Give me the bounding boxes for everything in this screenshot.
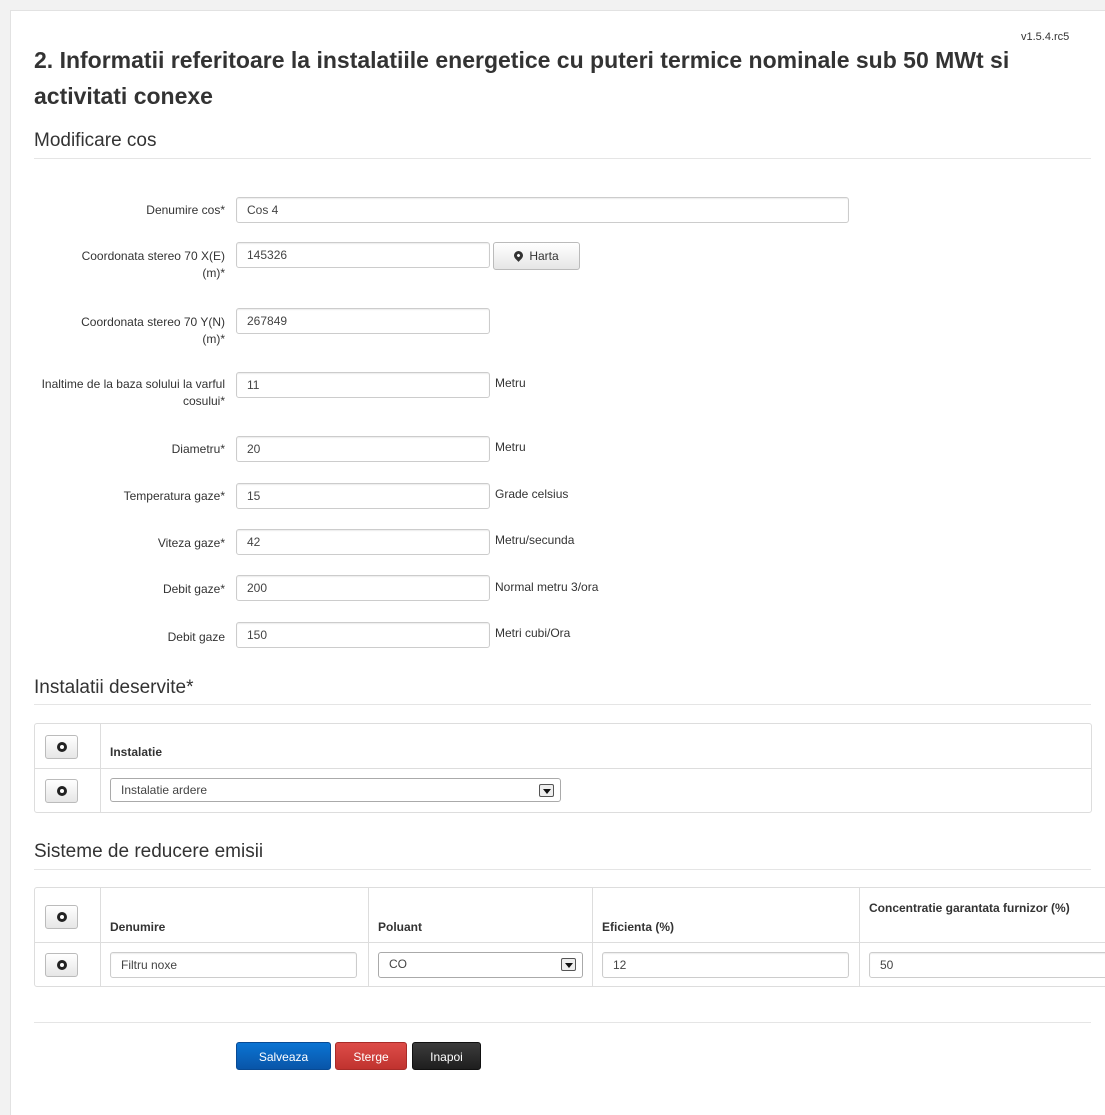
inaltime-label: Inaltime de la baza solului la varful co… [41,377,225,408]
page-title: 2. Informatii referitoare la instalatiil… [34,47,1010,109]
viteza-unit: Metru/secunda [495,533,575,547]
harta-label: Harta [529,249,559,263]
harta-button[interactable]: Harta [493,242,580,270]
concentratie-input[interactable]: 50 [869,952,1105,978]
instalatie-select[interactable]: Instalatie ardere [110,778,561,802]
debit-gaze2-label: Debit gaze [167,630,225,644]
row-divider [35,942,1105,943]
map-marker-icon [512,249,526,262]
inaltime-unit: Metru [495,376,526,390]
viteza-label: Viteza gaze* [157,536,225,550]
column-divider [592,888,593,986]
add-sistem-button[interactable] [45,905,78,929]
version-label: v1.5.4.rc5 [1021,31,1070,43]
plus-circle-icon [57,912,67,922]
temperatura-label: Temperatura gaze* [123,489,225,503]
row-divider [35,768,1091,769]
plus-circle-icon [57,742,67,752]
divider [34,869,1091,870]
column-divider [368,888,369,986]
section-title-instalatii: Instalatii deservite* [34,677,194,698]
remove-sistem-button[interactable] [45,953,78,977]
coord-y-input[interactable]: 267849 [236,308,490,334]
sistem-denumire-input[interactable]: Filtru noxe [110,952,357,978]
divider [34,704,1091,705]
save-button[interactable]: Salveaza [236,1042,331,1070]
debit-gaze-label: Debit gaze* [162,582,225,596]
denumire-input[interactable]: Cos 4 [236,197,849,223]
debit-gaze-input[interactable]: 200 [236,575,490,601]
column-divider [100,888,101,986]
chevron-down-icon [561,958,576,971]
concentratie-header: Concentratie garantata furnizor (%) [869,901,1070,915]
divider [34,158,1091,159]
minus-circle-icon [57,786,67,796]
coord-y-label: Coordonata stereo 70 Y(N) (m)* [81,315,225,346]
add-instalatie-button[interactable] [45,735,78,759]
section-title-sisteme: Sisteme de reducere emisii [34,841,264,862]
section-title-modificare: Modificare cos [34,130,157,151]
debit-gaze-unit: Normal metru 3/ora [495,580,599,594]
instalatie-header: Instalatie [110,745,163,759]
instalatii-table: Instalatie Instalatie ardere [34,723,1092,813]
temperatura-unit: Grade celsius [495,487,569,501]
delete-button[interactable]: Sterge [335,1042,407,1070]
diametru-unit: Metru [495,440,526,454]
temperatura-input[interactable]: 15 [236,483,490,509]
column-divider [859,888,860,986]
minus-circle-icon [57,960,67,970]
poluant-header: Poluant [378,920,422,934]
coord-x-input[interactable]: 145326 [236,242,490,268]
poluant-select[interactable]: CO [378,952,583,978]
inaltime-input[interactable]: 11 [236,372,490,398]
denumire-header: Denumire [110,920,166,934]
denumire-label: Denumire cos* [146,203,225,217]
debit-gaze2-input[interactable]: 150 [236,622,490,648]
diametru-input[interactable]: 20 [236,436,490,462]
coord-x-label: Coordonata stereo 70 X(E) (m)* [81,249,225,280]
back-button[interactable]: Inapoi [412,1042,481,1070]
poluant-select-value: CO [389,957,407,971]
divider [34,1022,1091,1023]
debit-gaze2-unit: Metri cubi/Ora [495,626,571,640]
chevron-down-icon [539,784,554,797]
instalatie-select-value: Instalatie ardere [121,783,208,797]
eficienta-input[interactable]: 12 [602,952,849,978]
diametru-label: Diametru* [171,442,225,456]
remove-instalatie-button[interactable] [45,779,78,803]
sisteme-table: Denumire Poluant Eficienta (%) Concentra… [34,887,1105,987]
viteza-input[interactable]: 42 [236,529,490,555]
eficienta-header: Eficienta (%) [602,920,675,934]
